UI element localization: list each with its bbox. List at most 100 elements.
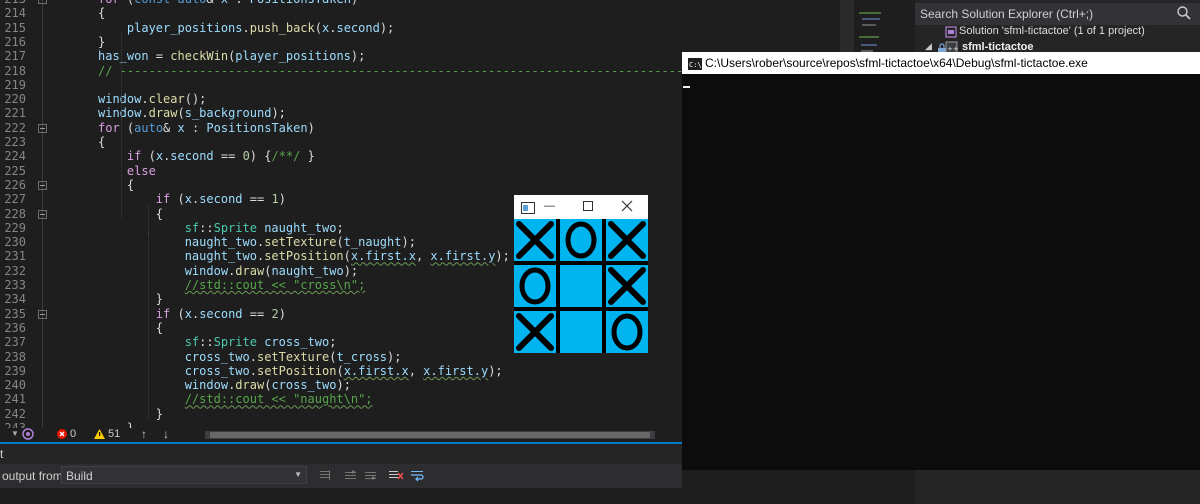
code-line: for (auto& x : PositionsTaken) [98,121,315,135]
fold-toggle-icon[interactable] [38,180,47,190]
code-line: naught_two.setPosition(x.first.x, x.firs… [98,249,510,263]
code-token: ( [177,306,185,321]
code-line: window.draw(naught_two); [98,264,358,278]
board-cell[interactable] [514,311,556,353]
board-cell[interactable] [560,311,602,353]
output-panel-title: t [0,447,4,461]
code-line: } [98,407,163,421]
board-cell[interactable] [606,219,648,261]
code-token: ); [379,20,395,35]
expand-arrow-icon[interactable]: ◢ [925,41,932,52]
toggle-word-wrap-icon[interactable] [410,468,426,482]
code-token: == [242,306,272,321]
warning-icon[interactable] [94,429,105,439]
output-toolbar: output from: Build ▼ [0,464,682,488]
line-number: 240 [4,378,26,393]
code-token: } [300,149,315,164]
code-token: { [98,135,106,149]
code-token: window [184,263,229,278]
solution-label: Solution 'sfml-tictactoe' (1 of 1 projec… [959,25,1145,37]
code-token: ( [314,20,322,35]
naught-mark [565,221,597,259]
line-number: 230 [4,235,26,250]
game-app-icon [521,201,535,214]
code-token: window [98,92,142,107]
maximize-icon[interactable] [583,201,593,211]
code-token: } [98,34,106,49]
console-app-icon: C:\ [688,57,702,70]
line-number: 219 [4,77,26,92]
line-number: 241 [4,392,26,407]
game-title-bar[interactable]: — [514,195,648,219]
line-number: 233 [4,278,26,292]
code-token: x.first.x [343,363,409,378]
code-line: //std::cout << "naught\n"; [98,392,373,406]
code-line: { [98,178,134,192]
fold-toggle-icon[interactable] [38,209,47,219]
minimize-icon[interactable]: — [544,200,555,212]
game-window[interactable]: — [514,195,648,353]
code-line: } [98,292,163,306]
code-token: : [184,120,207,135]
output-source-select[interactable]: Build ▼ [61,466,307,484]
code-token: ); [495,249,510,264]
error-icon[interactable] [57,429,67,439]
board-cell[interactable] [560,219,602,261]
horizontal-scrollbar-thumb[interactable] [210,432,650,438]
go-to-next-message-icon[interactable] [363,468,379,482]
code-token: second [170,149,214,164]
console-title-bar[interactable]: C:\ C:\Users\rober\source\repos\sfml-tic… [682,52,1200,74]
solution-tree-item[interactable]: Solution 'sfml-tictactoe' (1 of 1 projec… [915,25,1200,40]
code-token: ( [148,149,156,164]
line-number: 221 [4,106,26,121]
fold-toggle-icon[interactable] [38,309,47,319]
output-text-area[interactable] [0,488,682,504]
close-icon[interactable] [621,199,633,212]
code-token: player_positions [235,49,351,64]
tic-tac-toe-board[interactable] [514,219,648,353]
show-output-from-label: output from: [2,469,67,483]
find-message-icon[interactable] [318,468,334,482]
code-line: window.draw(s_background); [98,106,286,120]
board-cell[interactable] [514,265,556,307]
code-token: 1 [271,192,279,207]
intellicode-icon[interactable] [22,428,34,440]
board-cell[interactable] [560,265,602,307]
code-token: draw [235,378,265,393]
search-icon[interactable] [1176,5,1192,21]
code-token: ; [329,335,337,350]
previous-issue-arrow-icon[interactable]: ↑ [141,427,147,441]
zoom-dropdown-arrow-icon[interactable]: ▼ [11,429,19,438]
board-cell[interactable] [606,265,648,307]
console-title: C:\Users\rober\source\repos\sfml-tictact… [705,56,1088,70]
code-line: { [98,6,105,20]
next-issue-arrow-icon[interactable]: ↓ [163,427,169,441]
clear-all-icon[interactable] [388,468,404,482]
solution-search-placeholder: Search Solution Explorer (Ctrl+;) [920,7,1094,21]
line-number: 225 [4,163,26,178]
solution-search-box[interactable]: Search Solution Explorer (Ctrl+;) [915,3,1200,25]
fold-toggle-icon[interactable] [38,123,47,133]
output-source-value: Build [66,469,93,483]
minimap[interactable] [856,0,912,60]
code-line: window.draw(cross_two); [98,378,351,392]
board-cell[interactable] [606,311,648,353]
code-token: else [126,163,156,178]
console-window[interactable]: C:\ C:\Users\rober\source\repos\sfml-tic… [682,52,1200,470]
code-token: naught_two [184,235,257,250]
vertical-scrollbar[interactable] [840,0,854,60]
code-token: cross_two [184,363,250,378]
code-token: x [177,120,185,135]
code-token: . [141,92,149,107]
fold-toggle-icon[interactable] [38,0,47,4]
board-cell[interactable] [514,219,556,261]
code-line: player_positions.push_back(x.second); [98,21,394,35]
code-token: PositionsTaken [206,120,308,135]
code-token: , [415,249,431,264]
go-to-previous-message-icon[interactable] [343,468,359,482]
